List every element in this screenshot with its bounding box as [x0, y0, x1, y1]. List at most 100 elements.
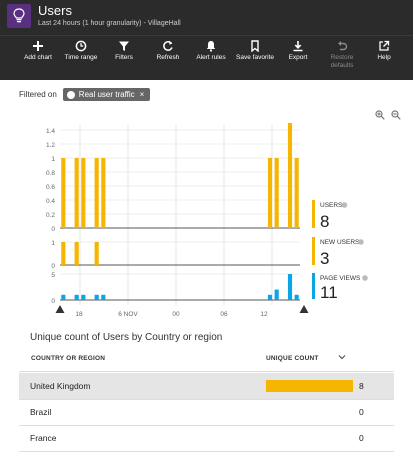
alert-rules-button[interactable]: Alert rules — [189, 40, 233, 62]
y-tick-label: 1.4 — [46, 128, 55, 135]
x-tick-label: 6 NOV — [118, 311, 138, 318]
legend-name: NEW USERS — [320, 239, 360, 246]
y-tick-label: 0 — [51, 263, 55, 270]
filter-bar: Filtered on Real user traffic × — [19, 88, 151, 101]
filters-button[interactable]: Filters — [102, 40, 146, 62]
x-tick-label: 12 — [260, 311, 268, 318]
filters-label: Filters — [115, 54, 133, 61]
y-tick-label: 0.8 — [46, 170, 55, 177]
time-range-label: Time range — [64, 54, 98, 61]
country-name: United Kingdom — [30, 381, 91, 391]
restore-defaults-button[interactable]: Restore defaults — [320, 40, 364, 70]
refresh-label: Refresh — [156, 54, 180, 61]
y-tick-label: 0.4 — [46, 198, 55, 205]
page-subtitle: Last 24 hours (1 hour granularity) - Vil… — [38, 20, 181, 27]
bar-new-users — [61, 242, 66, 265]
unique-count-value: 8 — [359, 381, 364, 391]
bar-users — [94, 158, 99, 228]
clock-icon — [75, 40, 87, 52]
y-tick-label: 1 — [51, 156, 55, 163]
legend-total: 3 — [320, 249, 329, 268]
refresh-button[interactable]: Refresh — [146, 40, 190, 62]
legend-color-bar — [312, 200, 315, 228]
legend-name: USERS — [320, 202, 343, 209]
page-title: Users — [38, 3, 72, 18]
info-icon — [362, 275, 368, 281]
undo-icon — [338, 41, 348, 51]
command-toolbar: Add chart Time range Filters Refresh Ale… — [0, 35, 413, 80]
table-header-divider — [19, 371, 394, 372]
range-start-handle[interactable] — [55, 305, 65, 313]
legend-color-bar — [312, 237, 315, 265]
export-label: Export — [288, 54, 308, 61]
country-name: Brazil — [30, 407, 52, 417]
bar-page-views — [274, 289, 279, 300]
remove-filter-icon[interactable]: × — [140, 90, 145, 99]
bar-page-views — [94, 294, 99, 300]
save-favorite-label: Save favorite — [236, 54, 274, 61]
count-bar — [266, 380, 353, 392]
bar-users — [61, 158, 66, 228]
filter-chip-label: Real user traffic — [78, 90, 135, 99]
add-chart-label: Add chart — [24, 54, 52, 61]
chevron-down-icon[interactable] — [338, 353, 346, 361]
blade-header: Users Last 24 hours (1 hour granularity)… — [0, 0, 413, 35]
bar-page-views — [101, 294, 106, 300]
filter-dot-icon — [66, 90, 75, 99]
users-chart: 1.4 1.2 1 0.8 0.6 0.4 0.2 0 USERS 8 1 0 NEW USERS 3 5 0… — [46, 123, 368, 318]
bar-page-views — [287, 274, 293, 300]
help-button[interactable]: Help — [362, 40, 406, 62]
restore-defaults-label: Restore defaults — [330, 54, 354, 69]
table-row[interactable]: United Kingdom 8 — [19, 373, 394, 399]
bar-new-users — [74, 242, 79, 265]
table-row[interactable]: Brazil 0 — [19, 399, 394, 425]
bar-users — [274, 158, 279, 228]
lightbulb-icon — [7, 4, 31, 28]
info-icon — [341, 202, 348, 208]
bar-page-views — [294, 294, 299, 300]
bar-page-views — [267, 294, 273, 300]
y-tick-label: 0.2 — [46, 212, 55, 219]
legend-total: 11 — [320, 283, 338, 302]
range-end-handle[interactable] — [299, 305, 309, 313]
y-tick-label: 0 — [51, 298, 55, 305]
bar-users — [81, 158, 86, 228]
y-tick-label: 1.2 — [46, 142, 55, 149]
bar-page-views — [74, 294, 79, 300]
row-divider — [19, 451, 394, 452]
country-name: France — [30, 433, 57, 443]
time-range-button[interactable]: Time range — [59, 40, 103, 62]
plus-icon — [33, 41, 43, 51]
column-header-unique-count[interactable]: UNIQUE COUNT — [266, 355, 319, 362]
refresh-icon — [163, 41, 173, 51]
table-row[interactable]: France 0 — [19, 425, 394, 451]
download-icon — [293, 41, 303, 52]
x-tick-label: 00 — [172, 311, 180, 318]
legend-color-bar — [312, 273, 315, 299]
filter-label: Filtered on — [19, 90, 57, 99]
bell-icon — [206, 41, 216, 52]
bar-users — [287, 123, 293, 228]
alert-rules-label: Alert rules — [196, 54, 226, 61]
bar-page-views — [61, 294, 66, 300]
bar-users — [294, 158, 299, 228]
unique-count-value: 0 — [359, 407, 364, 417]
table-title: Unique count of Users by Country or regi… — [30, 332, 223, 343]
bar-users — [101, 158, 106, 228]
info-icon — [358, 239, 364, 245]
filter-chip[interactable]: Real user traffic × — [62, 88, 151, 101]
x-tick-label: 06 — [220, 311, 228, 318]
funnel-icon — [119, 41, 129, 51]
export-button[interactable]: Export — [276, 40, 320, 62]
legend-name: PAGE VIEWS — [320, 275, 361, 282]
bar-page-views — [81, 294, 86, 300]
bar-users — [267, 158, 273, 228]
add-chart-button[interactable]: Add chart — [16, 40, 60, 62]
save-favorite-button[interactable]: Save favorite — [233, 40, 277, 62]
external-link-icon — [379, 40, 390, 51]
column-header-country[interactable]: COUNTRY OR REGION — [31, 355, 105, 362]
x-tick-label: 18 — [75, 311, 83, 318]
bar-users — [74, 158, 79, 228]
y-tick-label: 0 — [51, 226, 55, 233]
y-tick-label: 0.6 — [46, 184, 55, 191]
